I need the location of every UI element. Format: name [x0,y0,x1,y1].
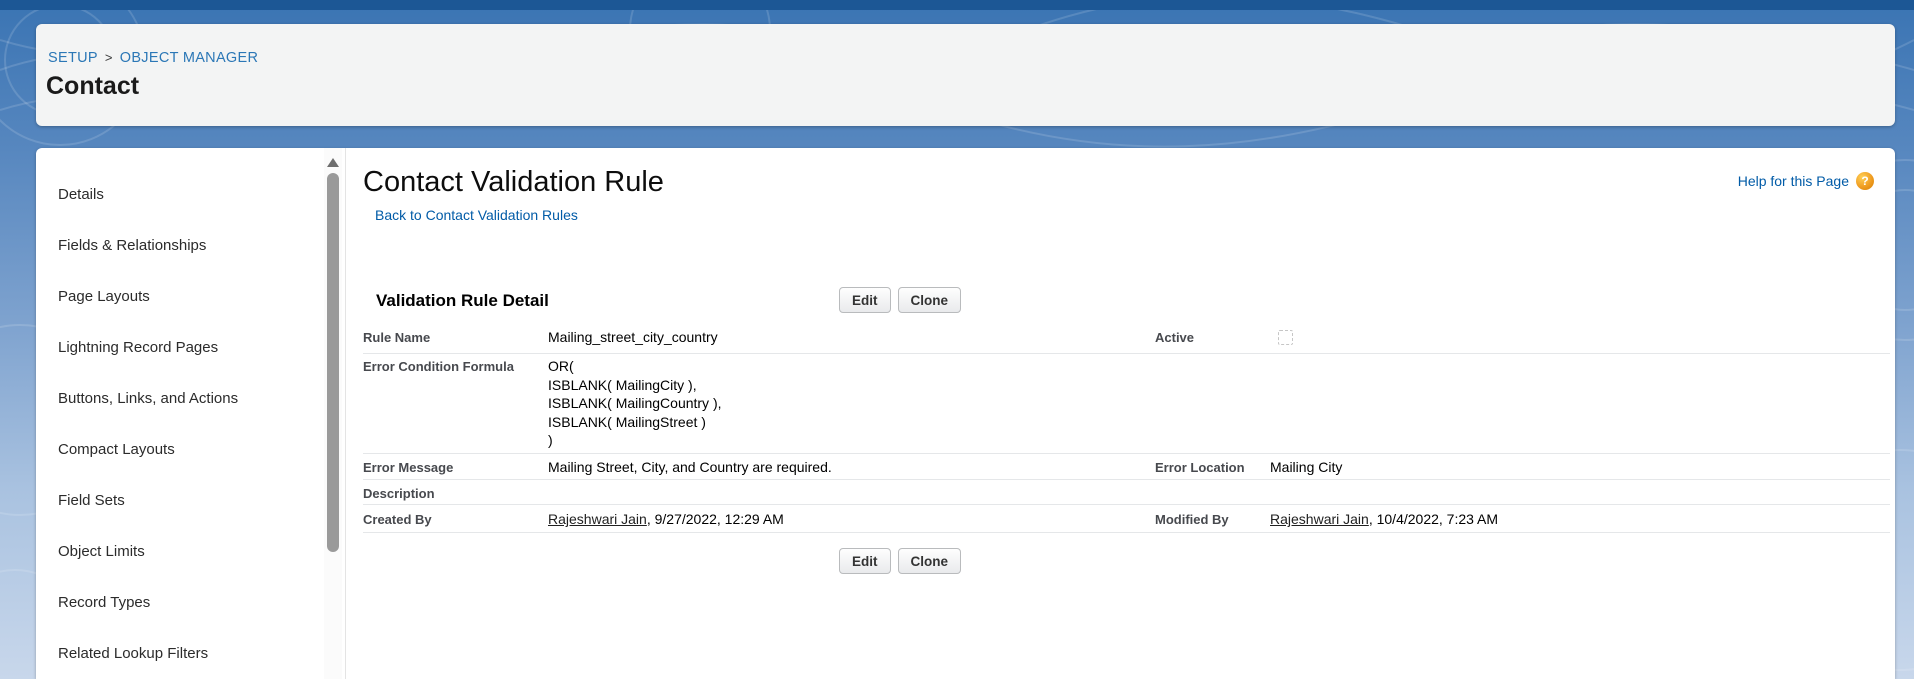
sidebar-item-lightning-record-pages[interactable]: Lightning Record Pages [36,322,321,373]
modified-by-user-link[interactable]: Rajeshwari Jain [1270,511,1369,527]
error-location-label: Error Location [1155,460,1245,475]
back-to-validation-rules-link[interactable]: Back to Contact Validation Rules [375,207,578,223]
sidebar-item-buttons-links-actions[interactable]: Buttons, Links, and Actions [36,373,321,424]
sidebar-item-fields-relationships[interactable]: Fields & Relationships [36,220,321,271]
breadcrumb-separator: > [104,50,113,65]
row-divider [363,453,1890,454]
row-divider [363,479,1890,480]
modified-by-value: Rajeshwari Jain, 10/4/2022, 7:23 AM [1270,511,1498,527]
error-message-value: Mailing Street, City, and Country are re… [548,459,832,475]
breadcrumb-object-manager-link[interactable]: OBJECT MANAGER [120,50,258,66]
error-condition-formula-value: OR( ISBLANK( MailingCity ), ISBLANK( Mai… [548,358,722,448]
row-divider [363,353,1890,354]
error-condition-formula-label: Error Condition Formula [363,359,514,374]
sidebar-item-record-types[interactable]: Record Types [36,577,321,628]
object-title: Contact [46,72,140,100]
created-by-value: Rajeshwari Jain, 9/27/2022, 12:29 AM [548,511,784,527]
active-checkbox [1278,330,1293,345]
rule-name-label: Rule Name [363,330,431,345]
error-message-label: Error Message [363,460,454,475]
validation-rule-detail-heading: Validation Rule Detail [376,291,549,310]
detail-buttons-top: Edit Clone [839,287,962,313]
description-label: Description [363,486,435,501]
created-by-user-link[interactable]: Rajeshwari Jain [548,511,647,527]
scrollbar-up-arrow-icon[interactable] [327,158,339,167]
sidebar-item-field-sets[interactable]: Field Sets [36,475,321,526]
setup-header-card: SETUP > OBJECT MANAGER Contact [36,24,1895,126]
edit-button-bottom[interactable]: Edit [839,548,891,574]
sidebar-scrollbar-thumb[interactable] [327,173,339,552]
created-by-label: Created By [363,512,432,527]
edit-button[interactable]: Edit [839,287,891,313]
sidebar-item-object-limits[interactable]: Object Limits [36,526,321,577]
help-for-this-page-link[interactable]: Help for this Page [1738,173,1849,189]
rule-name-value: Mailing_street_city_country [548,329,718,345]
modified-by-label: Modified By [1155,512,1229,527]
breadcrumb-setup-link[interactable]: SETUP [48,50,98,66]
modified-by-datetime: , 10/4/2022, 7:23 AM [1368,511,1499,527]
active-label: Active [1155,330,1195,345]
created-by-datetime: , 9/27/2022, 12:29 AM [646,511,784,527]
sidebar-item-related-lookup-filters[interactable]: Related Lookup Filters [36,628,321,679]
row-divider [363,532,1890,533]
row-divider [363,504,1890,505]
sidebar-content-divider [345,148,346,679]
sidebar-item-page-layouts[interactable]: Page Layouts [36,271,321,322]
sidebar-item-compact-layouts[interactable]: Compact Layouts [36,424,321,475]
error-location-value: Mailing City [1270,459,1343,475]
clone-button[interactable]: Clone [897,287,962,313]
page-title: Contact Validation Rule [363,166,664,198]
help-area: Help for this Page ? [1738,172,1874,190]
object-manager-sidebar: Details Fields & Relationships Page Layo… [36,169,321,679]
global-top-strip [0,0,1914,10]
detail-buttons-bottom: Edit Clone [839,548,962,574]
clone-button-bottom[interactable]: Clone [897,548,962,574]
breadcrumb: SETUP > OBJECT MANAGER [48,50,258,66]
sidebar-item-details[interactable]: Details [36,169,321,220]
help-question-icon[interactable]: ? [1856,172,1874,190]
